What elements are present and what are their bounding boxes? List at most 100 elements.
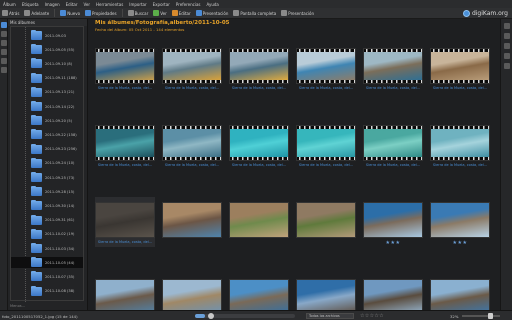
album-tree-item[interactable]: 2011-09-25 (73) (11, 172, 83, 183)
tags-tab-icon[interactable] (1, 31, 7, 37)
colors-tab-icon[interactable] (504, 43, 510, 49)
filmstrip-frame (95, 48, 155, 84)
fullscreen-button[interactable]: Pantalla completa (233, 10, 276, 16)
photo-thumbnail[interactable] (162, 197, 222, 247)
photo-thumbnail[interactable] (95, 274, 155, 310)
photo-thumbnail[interactable]: Sierra de la Muela, costa, del... (95, 197, 155, 247)
new-album-button[interactable]: Nuevo (60, 10, 80, 16)
metadata-tab-icon[interactable] (504, 33, 510, 39)
search-button[interactable]: Buscar (127, 10, 149, 16)
menu-item[interactable]: Editar (66, 2, 78, 7)
menu-item[interactable]: Álbum (3, 2, 16, 7)
zoom-slider[interactable] (462, 315, 500, 317)
rating-filter[interactable]: ☆☆☆☆☆ (360, 313, 384, 319)
photo-thumbnail[interactable] (296, 274, 356, 310)
toolbar-separator (54, 9, 56, 17)
photo-thumbnail[interactable] (296, 197, 356, 247)
album-tree-item[interactable]: 2011-09-24 (10) (11, 157, 83, 169)
photo-thumbnail[interactable] (229, 197, 289, 247)
menu-item[interactable]: Importar (129, 2, 146, 7)
search-label: Buscar (134, 10, 149, 16)
photo-thumbnail[interactable] (229, 274, 289, 310)
album-tree-item[interactable]: 2011-09-13 (21) (11, 86, 83, 98)
progress-knob[interactable] (208, 313, 214, 319)
photo-thumbnail[interactable] (430, 274, 490, 310)
edit-button[interactable]: Editar (171, 10, 191, 16)
fuzzy-search-tab-icon[interactable] (1, 67, 7, 73)
photo-thumbnail[interactable]: ★★★ (363, 197, 423, 247)
filmstrip-frame (430, 125, 490, 161)
photo-thumbnail[interactable]: Sierra de la Muela, costa, del... (95, 120, 155, 170)
photo-thumbnail[interactable]: Sierra de la Muela, costa, del... (430, 120, 490, 170)
geolocation-tab-icon[interactable] (504, 53, 510, 59)
album-tree-item[interactable]: 2011-10-05 (44) (11, 257, 83, 269)
photo-thumbnail[interactable] (363, 274, 423, 310)
photo-image (297, 129, 355, 157)
menu-item[interactable]: Imagen (45, 2, 60, 7)
photo-thumbnail[interactable]: Sierra de la Muela, costa, del... (95, 43, 155, 93)
album-path-title: Mis álbumes/Fotografía,alberto/2011-10-0… (95, 20, 230, 26)
albums-tab-icon[interactable] (1, 22, 7, 28)
properties-button[interactable]: Propiedades (85, 10, 117, 16)
presentation-button[interactable]: Presentación (281, 10, 314, 16)
folder-icon (31, 129, 42, 140)
album-tree-item[interactable]: 2011-09-05 (55) (11, 44, 83, 55)
menu-item[interactable]: Herramientas (96, 2, 123, 7)
album-tree-item[interactable]: 2011-10-07 (35) (11, 271, 83, 282)
menu-item[interactable]: Exportar (153, 2, 170, 7)
album-tree-item[interactable]: 2011-09-31 (61) (11, 214, 83, 226)
photo-rating-stars[interactable]: ★★★ (363, 240, 423, 246)
mime-filter-select[interactable]: Todos los archivos (306, 313, 354, 319)
folder-icon (31, 243, 42, 253)
captions-tab-icon[interactable] (504, 63, 510, 69)
album-tree-item[interactable]: 2011-09-30 (14) (11, 200, 83, 211)
filmstrip-frame (363, 125, 423, 161)
album-tree-item-label: 2011-09-25 (73) (45, 175, 75, 180)
photo-thumbnail[interactable]: Sierra de la Muela, costa, del... (229, 43, 289, 93)
photo-thumbnail[interactable]: Sierra de la Muela, costa, del... (162, 43, 222, 93)
album-tree-item[interactable]: 2011-10-03 (34) (11, 243, 83, 254)
album-tree-item[interactable]: 2011-09-20 (5) (11, 115, 83, 126)
search-tab-icon[interactable] (1, 58, 7, 64)
album-tree-item[interactable]: 2011-09-14 (22) (11, 101, 83, 112)
forward-button[interactable]: Adelante (24, 10, 49, 16)
menu-item[interactable]: Etiqueta (22, 2, 39, 7)
zoom-slider-handle[interactable] (488, 313, 493, 319)
album-tree[interactable]: 2011-09-03 2011-09-05 (55) 2011-09-10 (8) 2… (10, 26, 84, 302)
view-button[interactable]: Ver (153, 10, 167, 16)
photo-thumbnail[interactable] (162, 274, 222, 310)
album-tree-item-label: 2011-09-23 (256) (45, 147, 77, 152)
album-tree-item[interactable]: 2011-09-22 (158) (11, 129, 83, 140)
photo-thumbnail[interactable]: Sierra de la Muela, costa, del... (229, 120, 289, 170)
photo-thumbnail[interactable]: Sierra de la Muela, costa, del... (296, 43, 356, 93)
album-tree-item[interactable]: 2011-09-28 (15) (11, 186, 83, 197)
back-arrow-icon (2, 10, 8, 16)
album-tree-item[interactable]: 2011-09-23 (256) (11, 143, 83, 155)
album-tree-item[interactable]: 2011-09-11 (188) (11, 72, 83, 84)
photo-thumbnail[interactable]: Sierra de la Muela, costa, del... (363, 120, 423, 170)
album-tree-item[interactable]: 2011-09-10 (8) (11, 58, 83, 69)
menu-item[interactable]: Preferencias (176, 2, 201, 7)
back-button[interactable]: Atrás (2, 10, 19, 16)
filmstrip-frame (363, 48, 423, 84)
album-tree-item[interactable]: 2011-10-02 (19) (11, 228, 83, 240)
filmstrip-frame (95, 125, 155, 161)
photo-thumbnail[interactable]: ★★★ (430, 197, 490, 247)
album-date-subtitle: Fecha del álbum: 05 Oct 2011 - 144 eleme… (95, 27, 185, 32)
slideshow-button[interactable]: Presentación (195, 10, 228, 16)
menu-item[interactable]: Ver (84, 2, 91, 7)
album-tree-item[interactable]: 2011-10-08 (38) (11, 285, 83, 297)
photo-thumbnail[interactable]: Sierra de la Muela, costa, del... (363, 43, 423, 93)
photo-rating-stars[interactable]: ★★★ (430, 240, 490, 246)
photo-thumbnail[interactable]: Sierra de la Muela, costa, del... (162, 120, 222, 170)
album-tree-item[interactable]: 2011-09-03 (11, 30, 83, 41)
photo-thumbnail[interactable]: Sierra de la Muela, costa, del... (296, 120, 356, 170)
album-panel-footer[interactable]: Menos... (10, 304, 25, 308)
photo-frame (296, 202, 356, 238)
menu-item[interactable]: Ayuda (207, 2, 219, 7)
timeline-tab-icon[interactable] (1, 49, 7, 55)
properties-tab-icon[interactable] (504, 23, 510, 29)
thumbnail-view[interactable]: Mis álbumes/Fotografía,alberto/2011-10-0… (89, 19, 499, 310)
calendar-tab-icon[interactable] (1, 40, 7, 46)
photo-thumbnail[interactable]: Sierra de la Muela, costa, del... (430, 43, 490, 93)
